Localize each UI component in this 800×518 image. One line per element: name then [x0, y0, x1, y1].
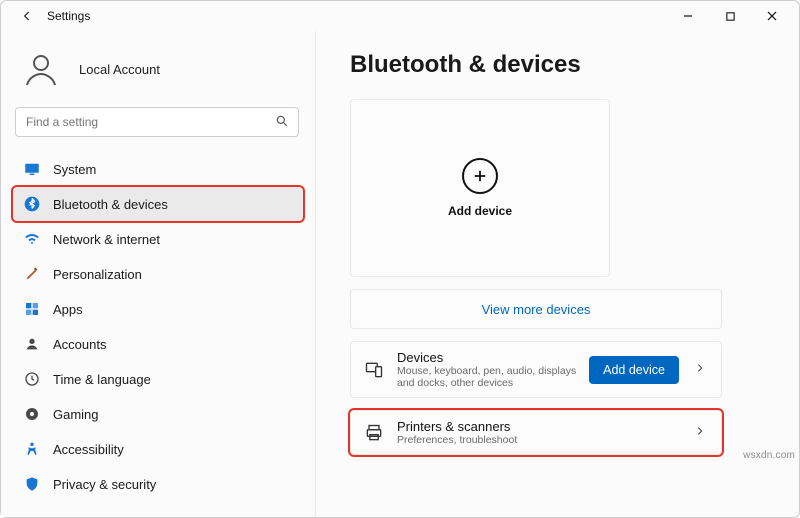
sidebar-item-label: Time & language	[53, 372, 151, 387]
titlebar: Settings	[1, 1, 799, 31]
system-icon	[23, 160, 41, 178]
sidebar-item-label: Apps	[53, 302, 83, 317]
window-title: Settings	[47, 9, 90, 23]
settings-window: Settings Local Account	[0, 0, 800, 518]
account-name: Local Account	[79, 62, 160, 77]
sidebar-item-bluetooth-devices[interactable]: Bluetooth & devices	[13, 187, 303, 221]
sidebar-item-privacy-security[interactable]: Privacy & security	[13, 467, 303, 501]
printers-scanners-row[interactable]: Printers & scanners Preferences, trouble…	[350, 410, 722, 455]
sidebar-item-apps[interactable]: Apps	[13, 292, 303, 326]
bluetooth-icon	[23, 195, 41, 213]
person-icon	[23, 335, 41, 353]
shield-icon	[23, 475, 41, 493]
sidebar-item-label: Gaming	[53, 407, 99, 422]
nav-list: System Bluetooth & devices Network & int…	[11, 151, 305, 502]
devices-title: Devices	[397, 350, 577, 365]
sidebar-item-label: Privacy & security	[53, 477, 156, 492]
sidebar-item-label: Bluetooth & devices	[53, 197, 168, 212]
view-more-devices-button[interactable]: View more devices	[350, 289, 722, 329]
watermark-text: wsxdn.com	[743, 450, 795, 461]
sidebar-item-personalization[interactable]: Personalization	[13, 257, 303, 291]
devices-row[interactable]: Devices Mouse, keyboard, pen, audio, dis…	[350, 341, 722, 398]
chevron-right-icon	[691, 361, 709, 378]
plus-icon	[462, 158, 498, 194]
sidebar-item-system[interactable]: System	[13, 152, 303, 186]
add-device-card[interactable]: Add device	[350, 99, 610, 277]
chevron-right-icon	[691, 424, 709, 441]
add-device-label: Add device	[448, 204, 512, 218]
view-more-label: View more devices	[482, 302, 591, 317]
sidebar-item-gaming[interactable]: Gaming	[13, 397, 303, 431]
page-title: Bluetooth & devices	[350, 51, 771, 79]
paintbrush-icon	[23, 265, 41, 283]
sidebar: Local Account System	[1, 31, 316, 517]
gaming-icon	[23, 405, 41, 423]
sidebar-item-label: Accounts	[53, 337, 106, 352]
printers-title: Printers & scanners	[397, 419, 679, 434]
add-device-button[interactable]: Add device	[589, 356, 679, 384]
sidebar-item-label: Personalization	[53, 267, 142, 282]
avatar-icon	[21, 49, 61, 89]
apps-icon	[23, 300, 41, 318]
devices-subtitle: Mouse, keyboard, pen, audio, displays an…	[397, 365, 577, 389]
sidebar-item-time-language[interactable]: Time & language	[13, 362, 303, 396]
devices-icon	[363, 359, 385, 381]
content-pane: Bluetooth & devices Add device View more…	[316, 31, 799, 517]
sidebar-item-label: System	[53, 162, 96, 177]
search-input[interactable]	[15, 107, 299, 137]
search-icon	[275, 114, 289, 131]
minimize-button[interactable]	[667, 2, 709, 30]
sidebar-item-accounts[interactable]: Accounts	[13, 327, 303, 361]
back-button[interactable]	[15, 4, 39, 28]
maximize-button[interactable]	[709, 2, 751, 30]
account-header[interactable]: Local Account	[11, 37, 305, 107]
sidebar-item-accessibility[interactable]: Accessibility	[13, 432, 303, 466]
sidebar-item-label: Network & internet	[53, 232, 160, 247]
printer-icon	[363, 422, 385, 444]
sidebar-item-label: Accessibility	[53, 442, 124, 457]
wifi-icon	[23, 230, 41, 248]
accessibility-icon	[23, 440, 41, 458]
clock-globe-icon	[23, 370, 41, 388]
sidebar-item-network[interactable]: Network & internet	[13, 222, 303, 256]
close-button[interactable]	[751, 2, 793, 30]
printers-subtitle: Preferences, troubleshoot	[397, 434, 679, 446]
